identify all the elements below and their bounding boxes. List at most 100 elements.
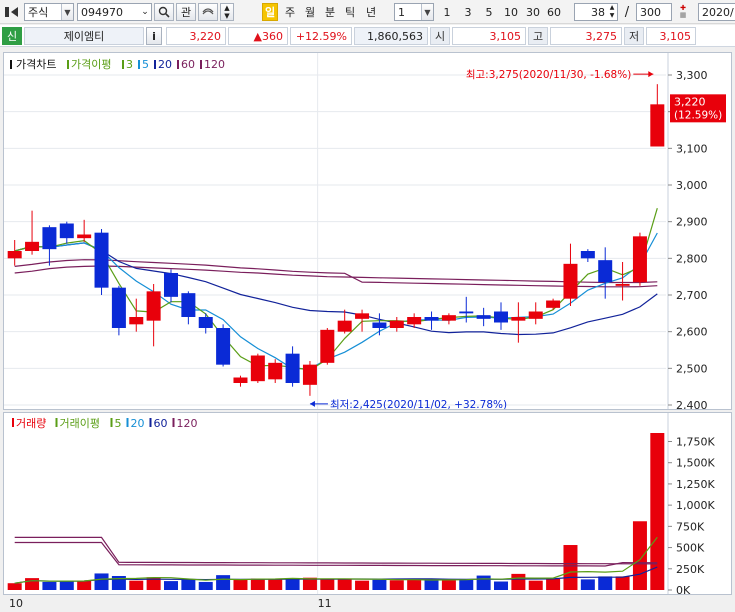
price-change: ▲360 — [228, 27, 288, 45]
legend-marker — [12, 418, 14, 427]
volume-bar — [250, 578, 265, 590]
favorite-button[interactable]: 관 — [176, 3, 196, 21]
interval-3[interactable]: 3 — [461, 3, 475, 21]
candle-body — [615, 284, 630, 286]
link-button[interactable] — [198, 3, 218, 21]
price-tick-label: 3,100 — [676, 142, 708, 155]
volume-bar — [164, 581, 178, 590]
candle-body — [580, 251, 595, 259]
tab-minute[interactable]: 분 — [322, 3, 338, 21]
arrow-down-icon[interactable]: ▼ — [224, 12, 229, 20]
legend-marker — [149, 418, 152, 427]
candle-body — [250, 355, 265, 382]
total-value: 300 — [640, 5, 661, 19]
legend-item: 60 — [181, 58, 195, 71]
x-label-october: 10 — [9, 597, 23, 610]
volume-bar — [615, 576, 630, 590]
interval-10[interactable]: 10 — [502, 3, 520, 21]
info-button[interactable]: i — [146, 27, 162, 45]
menu-toggle-icon[interactable] — [2, 3, 22, 21]
search-button[interactable] — [154, 3, 174, 21]
price-tick-label: 2,800 — [676, 252, 708, 265]
stock-stepper[interactable]: ▲ ▼ — [220, 3, 234, 21]
volume-bar — [598, 576, 613, 590]
candle-body — [216, 328, 231, 365]
legend-item: 거래이평 — [60, 417, 100, 430]
volume-tick-label: 1,750K — [676, 435, 715, 448]
code-dropdown-icon[interactable]: ⌄ — [139, 7, 151, 17]
volume-bar — [320, 579, 335, 590]
stock-code-value: 094970 — [81, 5, 123, 19]
candle-body — [268, 362, 283, 380]
volume-tick-label: 1,000K — [676, 499, 715, 512]
candle-body — [59, 223, 74, 239]
tab-yearly[interactable]: 년 — [362, 3, 380, 21]
interval-5[interactable]: 5 — [482, 3, 496, 21]
volume-bar — [424, 579, 439, 590]
count-stepper[interactable]: ▲ ▼ — [607, 4, 617, 20]
toolbar-top: 주식 ▼ 094970 ⌄ 관 ▲ ▼ 일 주 월 분 틱 년 1 ▼ 1 3 5… — [0, 0, 735, 24]
tab-tick[interactable]: 틱 — [342, 3, 358, 21]
price-chart[interactable]: 3,3003,2003,1003,0002,9002,8002,7002,600… — [4, 53, 731, 412]
market-select-value: 주식 — [28, 6, 49, 19]
volume-tick-label: 1,500K — [676, 457, 715, 470]
stock-name: 제이엠티 — [24, 27, 144, 45]
volume-bar — [528, 580, 543, 590]
volume-bar — [198, 581, 213, 590]
candle-body — [233, 377, 248, 383]
tab-monthly[interactable]: 월 — [302, 3, 318, 21]
price-tick-label: 2,900 — [676, 216, 708, 229]
interval-select[interactable]: 1 ▼ — [394, 3, 434, 21]
candle-body — [198, 317, 213, 328]
high-annotation: 최고:3,275(2020/11/30, -1.68%) — [466, 69, 631, 81]
volume-bar — [25, 578, 40, 590]
interval-select-value: 1 — [398, 5, 405, 19]
chevron-down-icon: ▼ — [421, 4, 433, 20]
volume-bar — [7, 583, 22, 590]
price-tick-label: 2,700 — [676, 289, 708, 302]
candle-body — [25, 241, 40, 251]
date-input[interactable]: 2020/ — [698, 3, 735, 21]
candle-body — [528, 311, 543, 319]
legend-marker — [177, 60, 179, 69]
candle-body — [146, 291, 161, 321]
interval-30[interactable]: 30 — [524, 3, 542, 21]
volume-bar — [476, 575, 491, 590]
stock-code-input[interactable]: 094970 ⌄ — [77, 3, 152, 21]
total-input[interactable]: 300 — [636, 3, 672, 21]
volume-bar — [233, 579, 248, 590]
price-tick-label: 2,500 — [676, 362, 708, 375]
volume-bar — [94, 573, 109, 590]
volume-bar — [407, 579, 422, 590]
candle-body — [337, 320, 352, 332]
count-value: 38 — [591, 5, 605, 19]
grid-icon: ▦ — [679, 11, 687, 19]
volume-panel[interactable]: 1,750K 1,500K 1,250K 1,000K 750K 500K 250K 0K 거… — [3, 412, 732, 597]
search-icon — [158, 6, 170, 18]
candle-body — [389, 320, 404, 328]
legend-item: 거래량 — [16, 417, 46, 430]
current-price: 3,220 — [166, 27, 226, 45]
legend-marker — [110, 418, 113, 427]
open-price: 3,105 — [452, 27, 526, 45]
interval-1[interactable]: 1 — [440, 3, 454, 21]
volume-chart[interactable]: 1,750K 1,500K 1,250K 1,000K 750K 500K 250K 0K 거… — [4, 413, 731, 597]
tab-daily[interactable]: 일 — [262, 3, 278, 21]
interval-60[interactable]: 60 — [545, 3, 563, 21]
price-panel[interactable]: 3,3003,2003,1003,0002,9002,8002,7002,600… — [3, 52, 732, 412]
date-value: 2020/ — [702, 5, 734, 19]
legend-marker — [138, 60, 140, 69]
count-input[interactable]: 38 ▲ ▼ — [574, 3, 618, 21]
candle-body — [476, 315, 491, 319]
tab-weekly[interactable]: 주 — [282, 3, 298, 21]
volume-bar — [285, 578, 300, 590]
legend-item: 가격이평 — [71, 58, 111, 71]
ma20-line — [14, 242, 658, 336]
candle-body — [424, 317, 439, 321]
candle-body — [632, 236, 647, 283]
zoom-button[interactable]: ✚ ▦ — [675, 3, 691, 21]
arrow-up-icon[interactable]: ▲ — [224, 4, 229, 12]
vol-ma120-line — [14, 536, 658, 565]
market-select[interactable]: 주식 ▼ — [24, 3, 74, 21]
trade-volume: 1,860,563 — [354, 27, 428, 45]
